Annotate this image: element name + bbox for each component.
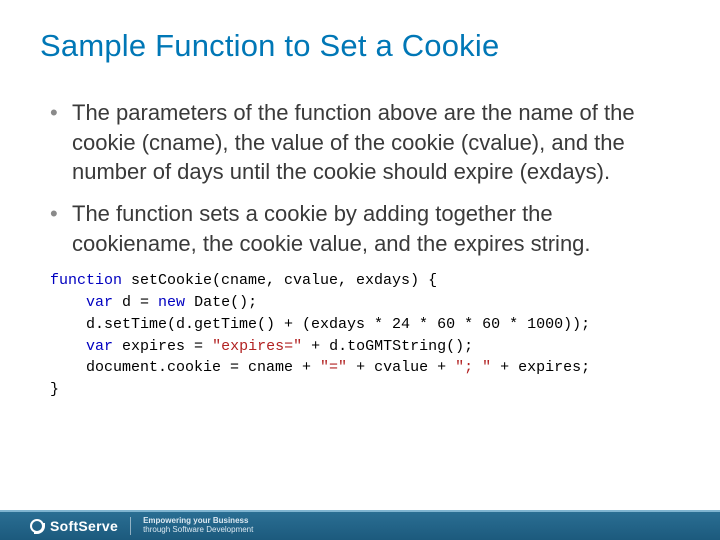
code-keyword: var [86, 338, 113, 355]
code-text: d.setTime(d.getTime() + (exdays * 24 * 6… [50, 316, 590, 333]
code-keyword: function [50, 272, 122, 289]
code-keyword: new [158, 294, 185, 311]
tagline-line: through Software Development [143, 526, 253, 535]
code-string: "; " [455, 359, 491, 376]
code-text: document.cookie = cname + [50, 359, 320, 376]
code-text: d = [113, 294, 158, 311]
logo-icon [30, 519, 44, 533]
code-string: "expires=" [212, 338, 302, 355]
code-block: function setCookie(cname, cvalue, exdays… [40, 270, 680, 401]
code-text [50, 294, 86, 311]
code-text: } [50, 381, 59, 398]
code-text: setCookie(cname, cvalue, exdays) { [122, 272, 437, 289]
brand-logo: SoftServe [30, 518, 118, 534]
brand-name: SoftServe [50, 518, 118, 534]
code-text: Date(); [185, 294, 257, 311]
bullet-item: The function sets a cookie by adding tog… [50, 199, 680, 258]
bullet-item: The parameters of the function above are… [50, 98, 680, 187]
footer-bar: SoftServe Empowering your Business throu… [0, 510, 720, 540]
slide-title: Sample Function to Set a Cookie [40, 28, 680, 64]
slide: Sample Function to Set a Cookie The para… [0, 0, 720, 540]
code-keyword: var [86, 294, 113, 311]
code-text: + d.toGMTString(); [302, 338, 473, 355]
code-text: + expires; [491, 359, 590, 376]
code-text [50, 338, 86, 355]
code-string: "=" [320, 359, 347, 376]
code-text: expires = [113, 338, 212, 355]
code-text: + cvalue + [347, 359, 455, 376]
footer-tagline: Empowering your Business through Softwar… [143, 517, 253, 535]
footer-divider [130, 517, 131, 535]
bullet-list: The parameters of the function above are… [40, 98, 680, 258]
